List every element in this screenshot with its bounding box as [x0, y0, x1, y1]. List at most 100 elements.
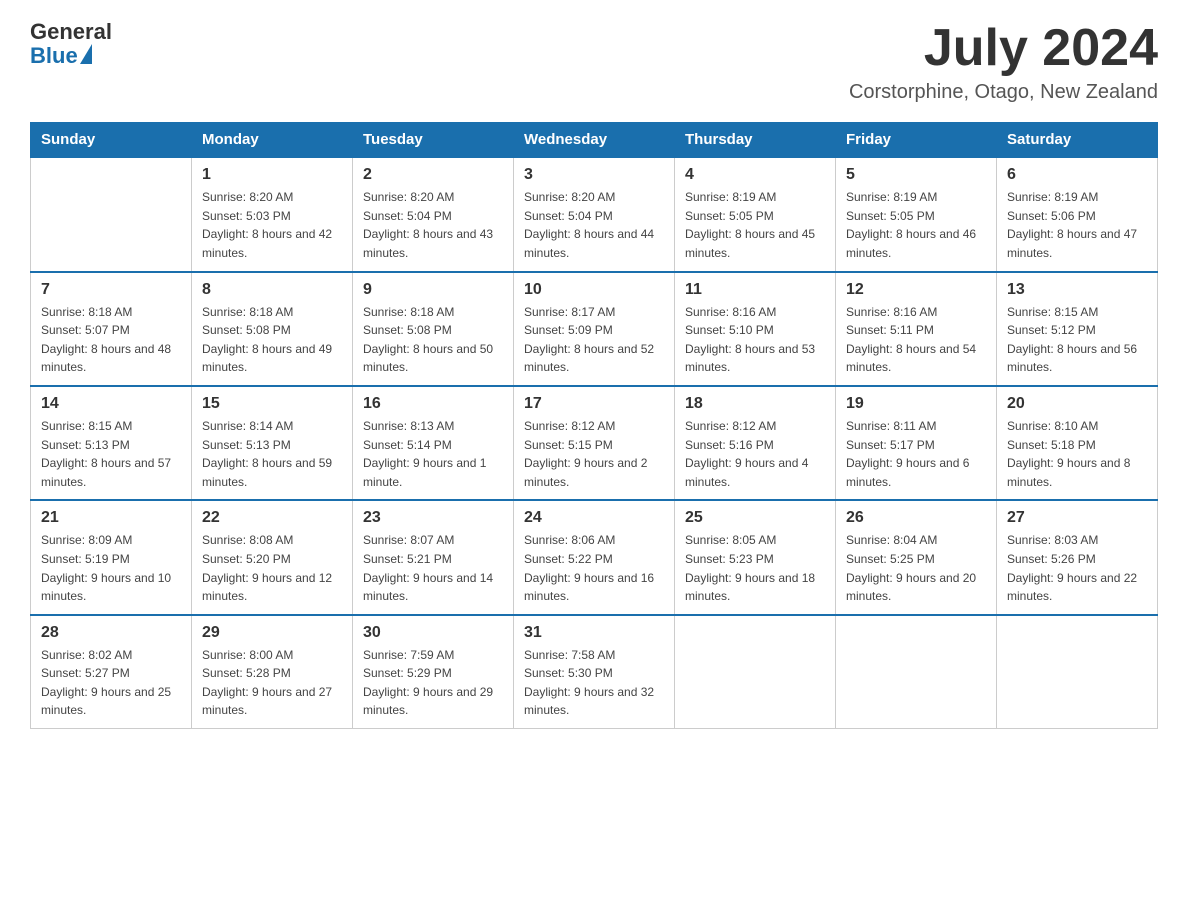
calendar-cell: 5 Sunrise: 8:19 AMSunset: 5:05 PMDaylight… [836, 157, 997, 271]
title-area: July 2024 Corstorphine, Otago, New Zeala… [849, 20, 1158, 104]
calendar-cell: 28 Sunrise: 8:02 AMSunset: 5:27 PMDayligh… [31, 615, 192, 729]
calendar-cell: 6 Sunrise: 8:19 AMSunset: 5:06 PMDaylight… [997, 157, 1158, 271]
calendar-header-tuesday: Tuesday [353, 123, 514, 158]
calendar-cell: 24Sunrise: 8:06 AMSunset: 5:22 PMDayligh… [514, 500, 675, 614]
day-number: 14 [41, 395, 181, 413]
logo-blue: Blue [30, 44, 78, 68]
calendar-cell: 12 Sunrise: 8:16 AMSunset: 5:11 PMDayligh… [836, 272, 997, 386]
day-info: Sunrise: 8:13 AMSunset: 5:14 PMDaylight:… [363, 417, 503, 491]
day-info: Sunrise: 8:18 AMSunset: 5:08 PMDaylight:… [202, 303, 342, 377]
day-number: 5 [846, 166, 986, 184]
day-number: 13 [1007, 281, 1147, 299]
day-number: 2 [363, 166, 503, 184]
calendar-cell: 1 Sunrise: 8:20 AMSunset: 5:03 PMDaylight… [192, 157, 353, 271]
calendar-week-row: 7 Sunrise: 8:18 AMSunset: 5:07 PMDaylight… [31, 272, 1158, 386]
calendar-cell: 26 Sunrise: 8:04 AMSunset: 5:25 PMDayligh… [836, 500, 997, 614]
day-info: Sunrise: 8:19 AMSunset: 5:06 PMDaylight:… [1007, 188, 1147, 262]
day-number: 12 [846, 281, 986, 299]
calendar-cell: 18 Sunrise: 8:12 AMSunset: 5:16 PMDayligh… [675, 386, 836, 500]
calendar-header-wednesday: Wednesday [514, 123, 675, 158]
calendar-cell: 21 Sunrise: 8:09 AMSunset: 5:19 PMDayligh… [31, 500, 192, 614]
calendar-cell: 11 Sunrise: 8:16 AMSunset: 5:10 PMDayligh… [675, 272, 836, 386]
calendar-cell: 7 Sunrise: 8:18 AMSunset: 5:07 PMDaylight… [31, 272, 192, 386]
day-number: 19 [846, 395, 986, 413]
day-info: Sunrise: 7:58 AMSunset: 5:30 PMDaylight:… [524, 646, 664, 720]
day-info: Sunrise: 8:10 AMSunset: 5:18 PMDaylight:… [1007, 417, 1147, 491]
day-info: Sunrise: 8:16 AMSunset: 5:11 PMDaylight:… [846, 303, 986, 377]
day-info: Sunrise: 8:15 AMSunset: 5:12 PMDaylight:… [1007, 303, 1147, 377]
calendar-week-row: 14 Sunrise: 8:15 AMSunset: 5:13 PMDayligh… [31, 386, 1158, 500]
day-number: 31 [524, 624, 664, 642]
calendar-cell: 10 Sunrise: 8:17 AMSunset: 5:09 PMDayligh… [514, 272, 675, 386]
day-number: 17 [524, 395, 664, 413]
logo-general: General [30, 20, 112, 44]
day-info: Sunrise: 8:20 AMSunset: 5:04 PMDaylight:… [524, 188, 664, 262]
day-info: Sunrise: 8:12 AMSunset: 5:16 PMDaylight:… [685, 417, 825, 491]
calendar-cell: 15Sunrise: 8:14 AMSunset: 5:13 PMDayligh… [192, 386, 353, 500]
day-number: 24 [524, 509, 664, 527]
calendar-header-thursday: Thursday [675, 123, 836, 158]
day-info: Sunrise: 8:09 AMSunset: 5:19 PMDaylight:… [41, 531, 181, 605]
calendar-header-friday: Friday [836, 123, 997, 158]
day-info: Sunrise: 8:19 AMSunset: 5:05 PMDaylight:… [685, 188, 825, 262]
day-info: Sunrise: 8:15 AMSunset: 5:13 PMDaylight:… [41, 417, 181, 491]
day-info: Sunrise: 8:12 AMSunset: 5:15 PMDaylight:… [524, 417, 664, 491]
day-info: Sunrise: 8:17 AMSunset: 5:09 PMDaylight:… [524, 303, 664, 377]
calendar-table: SundayMondayTuesdayWednesdayThursdayFrid… [30, 122, 1158, 729]
day-number: 27 [1007, 509, 1147, 527]
day-number: 25 [685, 509, 825, 527]
day-number: 21 [41, 509, 181, 527]
day-number: 26 [846, 509, 986, 527]
calendar-cell: 9Sunrise: 8:18 AMSunset: 5:08 PMDaylight… [353, 272, 514, 386]
month-title: July 2024 [849, 20, 1158, 77]
logo: General Blue [30, 20, 112, 68]
calendar-cell: 27Sunrise: 8:03 AMSunset: 5:26 PMDayligh… [997, 500, 1158, 614]
day-number: 11 [685, 281, 825, 299]
day-info: Sunrise: 7:59 AMSunset: 5:29 PMDaylight:… [363, 646, 503, 720]
day-number: 1 [202, 166, 342, 184]
calendar-cell [997, 615, 1158, 729]
day-number: 23 [363, 509, 503, 527]
day-number: 7 [41, 281, 181, 299]
day-number: 16 [363, 395, 503, 413]
day-info: Sunrise: 8:05 AMSunset: 5:23 PMDaylight:… [685, 531, 825, 605]
day-number: 18 [685, 395, 825, 413]
day-number: 20 [1007, 395, 1147, 413]
calendar-cell: 17 Sunrise: 8:12 AMSunset: 5:15 PMDayligh… [514, 386, 675, 500]
calendar-cell: 30 Sunrise: 7:59 AMSunset: 5:29 PMDayligh… [353, 615, 514, 729]
calendar-header-row: SundayMondayTuesdayWednesdayThursdayFrid… [31, 123, 1158, 158]
day-info: Sunrise: 8:04 AMSunset: 5:25 PMDaylight:… [846, 531, 986, 605]
calendar-cell [836, 615, 997, 729]
calendar-cell [31, 157, 192, 271]
calendar-cell: 23Sunrise: 8:07 AMSunset: 5:21 PMDayligh… [353, 500, 514, 614]
day-info: Sunrise: 8:16 AMSunset: 5:10 PMDaylight:… [685, 303, 825, 377]
day-number: 28 [41, 624, 181, 642]
day-info: Sunrise: 8:08 AMSunset: 5:20 PMDaylight:… [202, 531, 342, 605]
calendar-cell: 16 Sunrise: 8:13 AMSunset: 5:14 PMDayligh… [353, 386, 514, 500]
day-info: Sunrise: 8:19 AMSunset: 5:05 PMDaylight:… [846, 188, 986, 262]
page-header: General Blue July 2024 Corstorphine, Ota… [30, 20, 1158, 104]
day-number: 6 [1007, 166, 1147, 184]
day-info: Sunrise: 8:20 AMSunset: 5:04 PMDaylight:… [363, 188, 503, 262]
day-number: 30 [363, 624, 503, 642]
day-number: 8 [202, 281, 342, 299]
logo-triangle-icon [80, 44, 92, 64]
day-info: Sunrise: 8:14 AMSunset: 5:13 PMDaylight:… [202, 417, 342, 491]
calendar-cell: 20 Sunrise: 8:10 AMSunset: 5:18 PMDayligh… [997, 386, 1158, 500]
calendar-week-row: 1 Sunrise: 8:20 AMSunset: 5:03 PMDaylight… [31, 157, 1158, 271]
day-number: 9 [363, 281, 503, 299]
day-number: 10 [524, 281, 664, 299]
calendar-cell: 29Sunrise: 8:00 AMSunset: 5:28 PMDayligh… [192, 615, 353, 729]
calendar-cell: 31 Sunrise: 7:58 AMSunset: 5:30 PMDayligh… [514, 615, 675, 729]
day-info: Sunrise: 8:18 AMSunset: 5:07 PMDaylight:… [41, 303, 181, 377]
day-info: Sunrise: 8:11 AMSunset: 5:17 PMDaylight:… [846, 417, 986, 491]
calendar-week-row: 28 Sunrise: 8:02 AMSunset: 5:27 PMDayligh… [31, 615, 1158, 729]
day-info: Sunrise: 8:02 AMSunset: 5:27 PMDaylight:… [41, 646, 181, 720]
day-number: 29 [202, 624, 342, 642]
calendar-cell: 14 Sunrise: 8:15 AMSunset: 5:13 PMDayligh… [31, 386, 192, 500]
calendar-cell: 13 Sunrise: 8:15 AMSunset: 5:12 PMDayligh… [997, 272, 1158, 386]
day-number: 4 [685, 166, 825, 184]
day-info: Sunrise: 8:20 AMSunset: 5:03 PMDaylight:… [202, 188, 342, 262]
location-subtitle: Corstorphine, Otago, New Zealand [849, 81, 1158, 104]
calendar-header-monday: Monday [192, 123, 353, 158]
